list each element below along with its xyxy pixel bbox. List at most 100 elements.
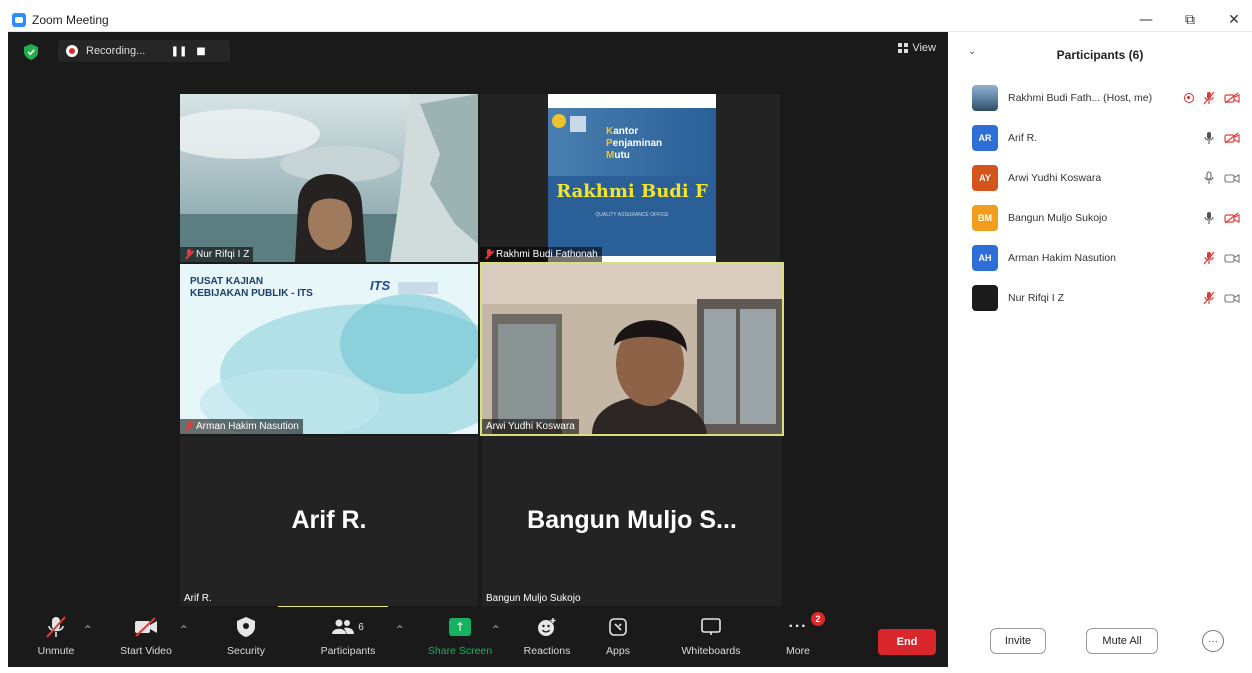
muted-mic-icon[interactable] bbox=[1203, 91, 1215, 105]
video-off-icon[interactable] bbox=[1224, 132, 1240, 144]
view-button[interactable]: View bbox=[898, 42, 936, 54]
mute-all-button[interactable]: Mute All bbox=[1086, 628, 1158, 654]
start-video-button[interactable]: Start Video bbox=[101, 615, 191, 663]
meeting-top-bar: Recording... ❚❚ ■ View bbox=[8, 32, 948, 70]
participant-name: Arwi Yudhi Koswara bbox=[486, 421, 575, 432]
muted-mic-icon bbox=[46, 616, 66, 638]
video-icon[interactable] bbox=[1224, 292, 1240, 304]
participant-name: Arman Hakim Nasution bbox=[196, 421, 299, 432]
audio-options-caret[interactable]: ^ bbox=[84, 625, 92, 635]
video-icon[interactable] bbox=[1224, 172, 1240, 184]
video-options-caret[interactable]: ^ bbox=[180, 625, 188, 635]
recording-dot-icon bbox=[66, 45, 78, 57]
panel-header: ⌄ Participants (6) bbox=[948, 32, 1252, 78]
participant-row[interactable]: Nur Rifqi I Z bbox=[948, 278, 1252, 318]
muted-mic-icon[interactable] bbox=[1203, 291, 1215, 305]
participant-status-icons bbox=[1203, 251, 1240, 265]
video-off-icon[interactable] bbox=[1224, 92, 1240, 104]
participant-name: Arwi Yudhi Koswara bbox=[1008, 172, 1102, 184]
video-tile-arwi-active-speaker[interactable]: Arwi Yudhi Koswara bbox=[480, 262, 784, 436]
reactions-label: Reactions bbox=[523, 645, 571, 657]
slide-banner: Rakhmi Budi F bbox=[548, 176, 716, 206]
slide-header: Kantor Penjaminan Mutu bbox=[548, 108, 716, 176]
video-tile-arif[interactable]: Arif R. Arif R. bbox=[180, 436, 478, 606]
logo-icon bbox=[552, 114, 566, 128]
avatar bbox=[972, 285, 998, 311]
kpm-slide: Kantor Penjaminan Mutu Rakhmi Budi F QUA… bbox=[548, 94, 716, 262]
building-icon bbox=[570, 116, 586, 132]
nur-video-feed bbox=[180, 94, 478, 262]
participant-name: Bangun Muljo Sukojo bbox=[1008, 212, 1108, 224]
avatar: AH bbox=[972, 245, 998, 271]
unmute-label: Unmute bbox=[37, 645, 75, 657]
tile-name-label: Arif R. bbox=[180, 591, 216, 606]
participant-row[interactable]: Rakhmi Budi Fath... (Host, me) bbox=[948, 78, 1252, 118]
more-label: More bbox=[786, 645, 810, 657]
video-tile-rakhmi[interactable]: Kantor Penjaminan Mutu Rakhmi Budi F QUA… bbox=[480, 94, 780, 262]
video-off-icon[interactable] bbox=[1224, 212, 1240, 224]
tile-name-label: Bangun Muljo Sukojo bbox=[482, 591, 585, 606]
participant-row[interactable]: AR Arif R. bbox=[948, 118, 1252, 158]
security-shield-icon bbox=[237, 617, 255, 637]
close-button[interactable]: ✕ bbox=[1214, 8, 1252, 32]
participants-options-caret[interactable]: ^ bbox=[396, 625, 404, 635]
minimize-button[interactable]: — bbox=[1126, 8, 1166, 32]
video-tile-arman[interactable]: PUSAT KAJIAN KEBIJAKAN PUBLIK - ITS ITS … bbox=[180, 264, 478, 434]
recording-icon bbox=[1184, 93, 1194, 103]
participant-status-icons bbox=[1203, 211, 1240, 225]
video-tile-bangun[interactable]: Bangun Muljo S... Bangun Muljo Sukojo bbox=[482, 436, 782, 606]
participant-status-icons bbox=[1184, 91, 1240, 105]
muted-mic-icon bbox=[484, 249, 493, 260]
its-logo-text bbox=[398, 282, 438, 294]
meeting-area: Recording... ❚❚ ■ View Nur Rifqi I Z Kan… bbox=[8, 32, 948, 667]
arwi-video-feed bbox=[482, 264, 782, 434]
recording-indicator: Recording... ❚❚ ■ bbox=[58, 40, 230, 62]
security-button[interactable]: Security bbox=[201, 615, 291, 663]
end-meeting-button[interactable]: End bbox=[878, 629, 936, 655]
tile-big-name: Arif R. bbox=[291, 506, 367, 534]
participant-row[interactable]: AH Arman Hakim Nasution bbox=[948, 238, 1252, 278]
participant-name: Arman Hakim Nasution bbox=[1008, 252, 1116, 264]
mic-icon[interactable] bbox=[1203, 211, 1215, 225]
participants-button[interactable]: 6 Participants bbox=[303, 615, 393, 663]
video-icon[interactable] bbox=[1224, 252, 1240, 264]
its-logo: ITS bbox=[370, 278, 391, 293]
share-options-caret[interactable]: ^ bbox=[492, 625, 500, 635]
apps-button[interactable]: Apps bbox=[573, 615, 663, 663]
whiteboards-button[interactable]: Whiteboards bbox=[666, 615, 756, 663]
restore-button[interactable]: ⧉ bbox=[1170, 8, 1210, 32]
participant-row[interactable]: AY Arwi Yudhi Koswara bbox=[948, 158, 1252, 198]
participant-name: Arif R. bbox=[184, 593, 212, 604]
avatar: AR bbox=[972, 125, 998, 151]
participant-row[interactable]: BM Bangun Muljo Sukojo bbox=[948, 198, 1252, 238]
mic-icon[interactable] bbox=[1203, 171, 1215, 185]
share-screen-icon: ↑ bbox=[449, 618, 471, 636]
more-button[interactable]: ··· 2 More bbox=[753, 612, 843, 663]
encryption-shield-icon[interactable] bbox=[24, 44, 38, 60]
participant-name: Rakhmi Budi Fath... (Host, me) bbox=[1008, 92, 1153, 104]
start-video-label: Start Video bbox=[120, 645, 172, 657]
window-title: Zoom Meeting bbox=[32, 12, 109, 27]
participant-name: Nur Rifqi I Z bbox=[196, 249, 250, 260]
slide-title: Kantor Penjaminan Mutu bbox=[606, 126, 663, 161]
panel-footer: Invite Mute All ··· bbox=[948, 628, 1252, 658]
video-off-icon bbox=[135, 617, 157, 637]
tile-name-label: Arwi Yudhi Koswara bbox=[482, 419, 579, 434]
recording-label: Recording... bbox=[86, 45, 146, 57]
mic-icon[interactable] bbox=[1203, 131, 1215, 145]
panel-more-button[interactable]: ··· bbox=[1202, 630, 1224, 652]
unmute-button[interactable]: Unmute bbox=[11, 615, 101, 663]
avatar bbox=[972, 85, 998, 111]
more-notification-badge: 2 bbox=[811, 612, 825, 626]
grid-view-icon bbox=[898, 43, 909, 53]
muted-mic-icon[interactable] bbox=[1203, 251, 1215, 265]
participant-name: Nur Rifqi I Z bbox=[1008, 292, 1065, 304]
arman-slide-title: PUSAT KAJIAN KEBIJAKAN PUBLIK - ITS bbox=[190, 276, 313, 299]
invite-button[interactable]: Invite bbox=[990, 628, 1046, 654]
stop-recording-button[interactable]: ■ bbox=[190, 46, 212, 57]
share-screen-button[interactable]: ↑ Share Screen bbox=[415, 615, 505, 663]
pause-recording-button[interactable]: ❚❚ bbox=[168, 46, 190, 57]
participants-label: Participants bbox=[320, 645, 376, 657]
apps-icon bbox=[609, 618, 627, 636]
video-tile-nur[interactable]: Nur Rifqi I Z bbox=[180, 94, 478, 262]
